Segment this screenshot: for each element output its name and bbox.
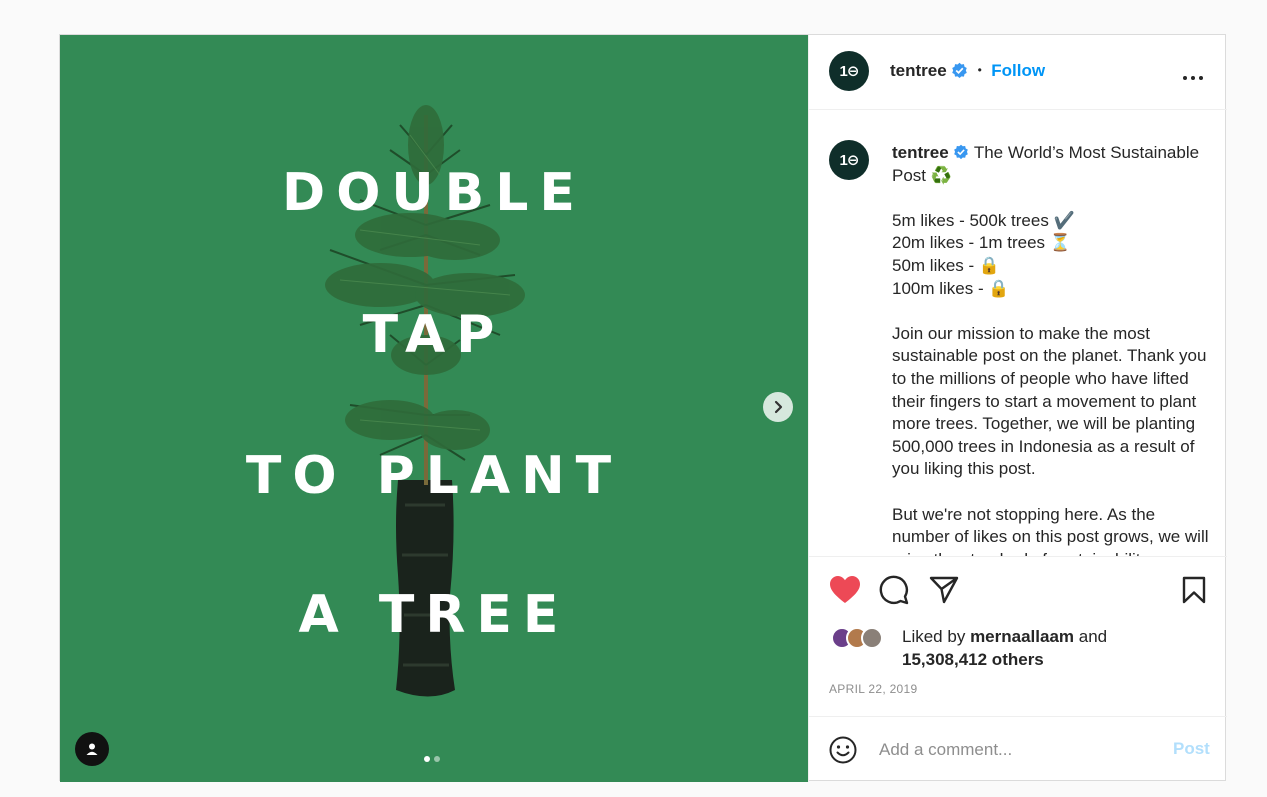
caption-avatar-logo-text: 1⊖ (839, 152, 860, 169)
heart-filled-icon (830, 576, 860, 603)
tree-seedling-illustration (325, 105, 525, 697)
milestone-line: 20m likes - 1m trees ⏳ (892, 233, 1071, 253)
post-actions: Liked by mernaallaam and 15,308,412 othe… (809, 556, 1227, 716)
like-button[interactable] (829, 575, 861, 610)
comment-bubble-icon (879, 575, 909, 605)
save-button[interactable] (1182, 576, 1206, 609)
caption-username[interactable]: tentree (892, 143, 949, 162)
liker-avatar (861, 627, 883, 649)
comments-scroll-area[interactable]: 1⊖ tentree The World’s Most Sustainable … (809, 110, 1227, 556)
avatar-logo-text: 1⊖ (839, 63, 860, 80)
carousel-next-button[interactable] (763, 392, 793, 422)
verified-badge-icon (954, 144, 969, 160)
caption-paragraph-2: But we're not stopping here. As the numb… (892, 504, 1209, 557)
add-comment-bar: Post (809, 716, 1227, 782)
tagged-users-button[interactable] (75, 732, 109, 766)
header-user-row: tentree • Follow (890, 61, 1045, 81)
post-header: 1⊖ tentree • Follow (809, 35, 1227, 110)
more-options-button[interactable] (1182, 68, 1204, 86)
smiley-face-icon (829, 736, 857, 764)
likes-summary: Liked by mernaallaam and 15,308,412 othe… (902, 626, 1107, 671)
user-icon (86, 743, 98, 755)
liked-by-prefix: Liked by (902, 627, 966, 646)
send-paper-plane-icon (929, 576, 959, 604)
liked-by-user-link[interactable]: mernaallaam (970, 627, 1074, 646)
header-username[interactable]: tentree (890, 61, 947, 80)
profile-avatar[interactable]: 1⊖ (829, 51, 869, 91)
chevron-right-icon (774, 400, 783, 414)
carousel-indicator (424, 756, 440, 762)
post-comment-button[interactable]: Post (1173, 739, 1210, 759)
caption-avatar[interactable]: 1⊖ (829, 140, 869, 180)
share-button[interactable] (929, 576, 959, 609)
post-sidebar: 1⊖ tentree • Follow 1⊖ tentree The World… (808, 35, 1227, 782)
verified-badge-icon (952, 62, 967, 78)
comment-input[interactable] (879, 737, 1149, 763)
milestone-line: 5m likes - 500k trees ✔️ (892, 210, 1075, 230)
headline-line-1: DOUBLE (282, 163, 586, 223)
comment-button[interactable] (879, 575, 909, 610)
post-date[interactable]: APRIL 22, 2019 (829, 682, 917, 696)
milestone-line: 100m likes - 🔒 (892, 278, 1010, 298)
caption-paragraph-1: Join our mission to make the most sustai… (892, 323, 1207, 479)
headline-line-3: TO PLANT (245, 446, 623, 506)
post-caption: tentree The World’s Most Sustainable Pos… (892, 142, 1212, 556)
bookmark-icon (1182, 576, 1206, 604)
follow-button[interactable]: Follow (991, 61, 1045, 80)
headline-line-4: A TREE (298, 585, 570, 645)
liked-by-and: and (1078, 627, 1108, 646)
headline-line-2: TAP (362, 305, 506, 365)
more-horizontal-icon (1183, 76, 1203, 80)
carousel-dot-active (424, 756, 430, 762)
likes-count-link[interactable]: 15,308,412 others (902, 650, 1044, 669)
carousel-dot (434, 756, 440, 762)
header-separator: • (977, 63, 982, 77)
instagram-post: DOUBLE TAP TO PLANT A TREE 1⊖ tentree • … (59, 34, 1227, 782)
milestone-line: 50m likes - 🔒 (892, 255, 1001, 275)
post-image[interactable]: DOUBLE TAP TO PLANT A TREE (60, 35, 808, 782)
emoji-picker-button[interactable] (829, 736, 857, 769)
caption-milestones: 5m likes - 500k trees ✔️ 20m likes - 1m … (892, 210, 1212, 300)
